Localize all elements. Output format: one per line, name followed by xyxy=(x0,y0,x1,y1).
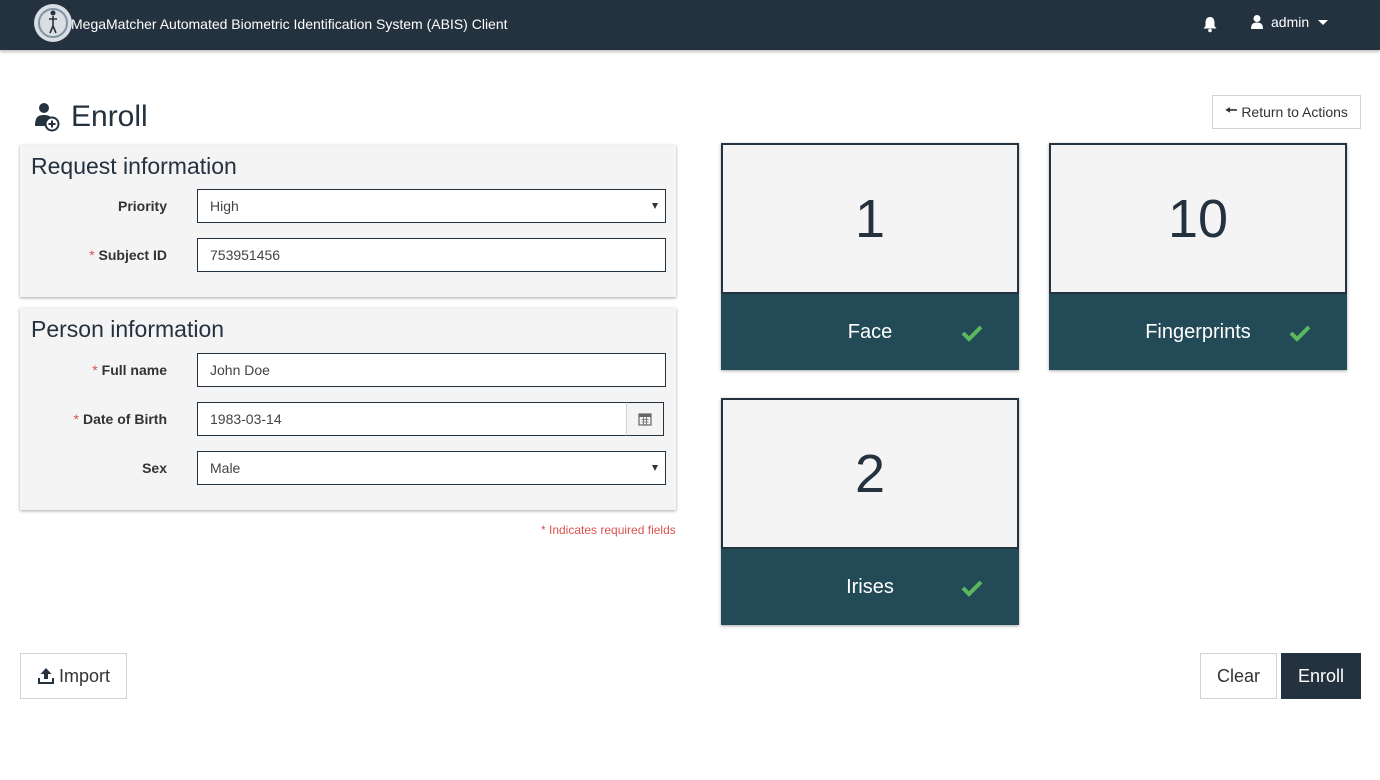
clear-button[interactable]: Clear xyxy=(1200,653,1277,699)
dob-label-text: Date of Birth xyxy=(83,411,167,427)
subject-id-input[interactable]: 753951456 xyxy=(197,238,666,272)
required-marker: * xyxy=(92,362,98,378)
subject-id-value: 753951456 xyxy=(210,247,281,263)
add-user-icon xyxy=(35,103,60,132)
fingerprints-tile[interactable]: 10 Fingerprints xyxy=(1049,143,1347,370)
check-icon xyxy=(961,325,983,342)
user-icon xyxy=(1251,15,1263,29)
dob-input[interactable]: 1983-03-14 xyxy=(197,402,627,436)
irises-tile[interactable]: 2 Irises xyxy=(721,398,1019,625)
face-tile-footer[interactable]: Face xyxy=(721,294,1019,370)
enroll-button[interactable]: Enroll xyxy=(1281,653,1361,699)
face-label: Face xyxy=(847,320,893,343)
priority-select[interactable]: High xyxy=(197,189,666,223)
user-name: admin xyxy=(1271,14,1310,30)
sex-value: Male xyxy=(210,460,241,476)
full-name-label-text: Full name xyxy=(101,362,167,378)
fingerprints-count: 10 xyxy=(1167,188,1229,249)
fingerprints-label: Fingerprints xyxy=(1145,320,1251,343)
required-marker: * xyxy=(73,411,79,427)
required-marker: * xyxy=(89,247,95,263)
chevron-down-icon xyxy=(1318,19,1329,25)
irises-count: 2 xyxy=(854,443,886,504)
calendar-button[interactable] xyxy=(626,402,664,436)
priority-label: Priority xyxy=(117,198,167,214)
full-name-value: John Doe xyxy=(210,362,270,378)
face-tile-count-area[interactable]: 1 xyxy=(721,143,1019,294)
sex-label: Sex xyxy=(142,460,167,476)
person-panel-heading: Person information xyxy=(31,316,225,342)
app-title[interactable]: MegaMatcher Automated Biometric Identifi… xyxy=(71,16,508,32)
upload-icon xyxy=(37,668,54,684)
page-title: Enroll xyxy=(34,100,148,134)
face-count: 1 xyxy=(854,188,886,249)
return-label: Return to Actions xyxy=(1241,104,1348,120)
irises-tile-footer[interactable]: Irises xyxy=(721,549,1019,625)
select-caret-icon xyxy=(652,465,658,471)
subject-id-label-text: Subject ID xyxy=(98,247,167,263)
return-to-actions-button[interactable]: 🠔 Return to Actions xyxy=(1212,95,1361,129)
priority-value: High xyxy=(210,198,239,214)
select-caret-icon xyxy=(652,203,658,209)
dob-value: 1983-03-14 xyxy=(210,411,282,427)
top-navbar: MegaMatcher Automated Biometric Identifi… xyxy=(0,0,1380,50)
check-icon xyxy=(961,580,983,597)
required-fields-note: * Indicates required fields xyxy=(541,523,676,537)
calendar-icon xyxy=(638,413,652,426)
request-panel-heading: Request information xyxy=(31,153,237,179)
face-tile[interactable]: 1 Face xyxy=(721,143,1019,370)
logo-icon[interactable] xyxy=(34,4,72,42)
page-heading: Enroll xyxy=(71,100,148,133)
full-name-label: * Full name xyxy=(92,362,167,378)
dob-label: * Date of Birth xyxy=(74,411,167,427)
arrow-left-icon: 🠔 xyxy=(1225,102,1238,118)
sex-select[interactable]: Male xyxy=(197,451,666,485)
fingerprints-tile-count-area[interactable]: 10 xyxy=(1049,143,1347,294)
bell-icon[interactable] xyxy=(1201,15,1219,33)
check-icon xyxy=(1289,325,1311,342)
irises-tile-count-area[interactable]: 2 xyxy=(721,398,1019,549)
import-label: Import xyxy=(58,665,110,686)
fingerprints-tile-footer[interactable]: Fingerprints xyxy=(1049,294,1347,370)
subject-id-label: * Subject ID xyxy=(89,247,167,263)
import-button[interactable]: Import xyxy=(20,653,127,699)
irises-label: Irises xyxy=(846,575,894,598)
person-information-panel: Person information * Full name John Doe *… xyxy=(20,308,676,510)
user-menu[interactable]: admin xyxy=(1250,14,1329,30)
request-information-panel: Request information Priority High * Subje… xyxy=(20,145,676,297)
full-name-input[interactable]: John Doe xyxy=(197,353,666,387)
